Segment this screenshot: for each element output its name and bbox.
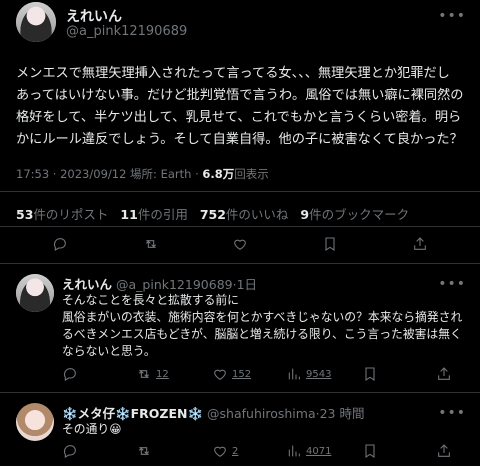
reply-author-handle[interactable]: @shafuhiroshima bbox=[207, 406, 316, 421]
tweet-meta: 17:53 · 2023/09/12 場所: Earth · 6.8万回表示 bbox=[16, 166, 269, 182]
reply-text-line: そんなことを長々と拡散する前に bbox=[62, 293, 239, 307]
likes-count[interactable]: 752 bbox=[200, 207, 226, 222]
tweet-header: えれいん @a_pink12190689 ••• bbox=[16, 2, 466, 42]
like-count: 152 bbox=[232, 368, 252, 380]
reply-header: ❄️メタ仔❄️FROZEN❄️ @shafuhiroshima·23 時間 bbox=[62, 403, 364, 422]
quotes-label[interactable]: 件の引用 bbox=[138, 207, 188, 222]
views-count: 4071 bbox=[306, 445, 332, 457]
reply-author-handle[interactable]: @a_pink12190689 bbox=[116, 277, 233, 292]
tweet-text: メンエスで無理矢理挿入されたって言ってる女、、、無理矢理とか犯罪だし あってはい… bbox=[16, 63, 468, 151]
reply-icon[interactable] bbox=[62, 366, 78, 382]
reply-time[interactable]: ·23 時間 bbox=[316, 406, 365, 421]
reply-avatar[interactable] bbox=[16, 274, 54, 312]
reply-time[interactable]: ·1日 bbox=[233, 277, 257, 292]
divider bbox=[0, 263, 480, 264]
reply-text: そんなことを長々と拡散する前に 風俗まがいの衣装、施術内容を何とかすべきじゃない… bbox=[62, 292, 472, 360]
views-count: 6.8万 bbox=[202, 167, 235, 181]
bookmark-icon[interactable] bbox=[362, 366, 378, 382]
like-count: 2 bbox=[232, 445, 239, 457]
tweet-text-line: メンエスで無理矢理挿入されたって言ってる女、、、無理矢理とか犯罪だし bbox=[16, 66, 450, 81]
share-icon[interactable] bbox=[436, 443, 452, 459]
reply-author-name[interactable]: えれいん bbox=[62, 277, 112, 292]
share-icon[interactable] bbox=[412, 236, 428, 252]
reply-avatar[interactable] bbox=[16, 403, 54, 441]
reply-actions: 12 152 9543 bbox=[0, 366, 480, 388]
divider bbox=[0, 392, 480, 393]
retweet-icon[interactable] bbox=[143, 236, 159, 252]
divider bbox=[0, 191, 480, 192]
reply-text-line: ならないと思う。 bbox=[62, 344, 156, 358]
views-icon[interactable]: 9543 bbox=[286, 366, 331, 382]
likes-label[interactable]: 件のいいね bbox=[226, 207, 289, 222]
tweet-text-line: 格好をして、半ケツ出して、乳見せて、これでもかと言うくらい密着。明ら bbox=[16, 110, 462, 125]
more-icon[interactable]: ••• bbox=[438, 8, 466, 24]
more-icon[interactable]: ••• bbox=[438, 276, 466, 292]
retweet-icon[interactable] bbox=[136, 443, 156, 459]
like-icon[interactable]: 152 bbox=[212, 366, 251, 382]
reply-text-line: るべきメンエス店もどきが、脳脳と増え続ける限り、こう言った被害は無く bbox=[62, 327, 462, 341]
views-label: 回表示 bbox=[234, 167, 269, 181]
like-icon[interactable]: 2 bbox=[212, 443, 238, 459]
reply-author-name[interactable]: ❄️メタ仔❄️FROZEN❄️ bbox=[62, 406, 203, 421]
bookmark-icon[interactable] bbox=[322, 236, 338, 252]
reply-actions: 2 4071 bbox=[0, 443, 480, 465]
reply-text: その通り😀 bbox=[62, 422, 122, 436]
more-icon[interactable]: ••• bbox=[438, 405, 466, 421]
author-name[interactable]: えれいん bbox=[66, 6, 122, 26]
bookmarks-label[interactable]: 件のブックマーク bbox=[309, 207, 409, 222]
bookmark-icon[interactable] bbox=[362, 443, 378, 459]
views-count: 9543 bbox=[306, 368, 332, 380]
reposts-count[interactable]: 53 bbox=[16, 207, 33, 222]
divider bbox=[0, 226, 480, 227]
bookmarks-count[interactable]: 9 bbox=[300, 207, 309, 222]
views-icon[interactable]: 4071 bbox=[286, 443, 331, 459]
tweet-text-line: かにルール違反でしょう。そして自業自得。他の子に被害なくて良かった？ bbox=[16, 132, 463, 147]
reply-text-line: 風俗まがいの衣装、施術内容を何とかすべきじゃないの？本来なら摘発され bbox=[62, 310, 463, 324]
tweet-text-line: あってはいけない事。だけど批判覚悟で言うわ。風俗では無い癖に裸同然の bbox=[16, 88, 464, 103]
author-handle[interactable]: @a_pink12190689 bbox=[66, 24, 187, 39]
reply-icon[interactable] bbox=[52, 236, 68, 252]
share-icon[interactable] bbox=[436, 366, 452, 382]
like-icon[interactable] bbox=[232, 236, 248, 252]
tweet-time[interactable]: 17:53 · 2023/09/12 場所: Earth · bbox=[16, 167, 202, 181]
reposts-label[interactable]: 件のリポスト bbox=[33, 207, 108, 222]
quotes-count[interactable]: 11 bbox=[120, 207, 137, 222]
retweet-count: 12 bbox=[156, 368, 169, 380]
retweet-icon[interactable]: 12 bbox=[136, 366, 169, 382]
reply-header: えれいん @a_pink12190689·1日 bbox=[62, 274, 257, 293]
author-avatar[interactable] bbox=[16, 2, 56, 42]
tweet-actions bbox=[0, 236, 480, 258]
reply-icon[interactable] bbox=[62, 443, 78, 459]
tweet-stats: 53件のリポスト 11件の引用 752件のいいね 9件のブックマーク bbox=[16, 204, 417, 223]
